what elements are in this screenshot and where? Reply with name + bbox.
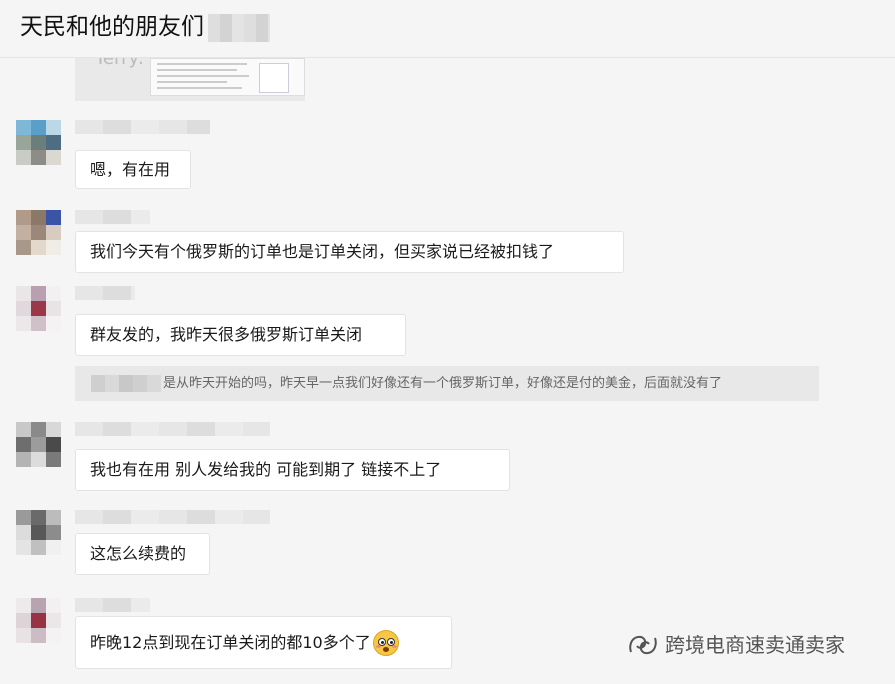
message-text: 嗯，有在用	[90, 159, 171, 179]
screenshot-thumbnail[interactable]	[150, 58, 305, 96]
blurred-sender-name	[75, 286, 135, 300]
thumb-panel	[259, 63, 289, 93]
blurred-quote-sender	[91, 375, 161, 392]
watermark: 跨境电商速卖通卖家	[627, 632, 845, 658]
thumb-line	[157, 69, 237, 71]
message-text: 昨晚12点到现在订单关闭的都10多个了	[90, 632, 371, 652]
blurred-member-count	[208, 14, 270, 42]
message-text: 我们今天有个俄罗斯的订单也是订单关闭，但买家说已经被扣钱了	[90, 242, 555, 261]
wechat-channel-icon	[629, 635, 657, 655]
watermark-text: 跨境电商速卖通卖家	[665, 633, 845, 657]
message-bubble[interactable]: 嗯，有在用	[75, 150, 191, 189]
avatar[interactable]	[16, 210, 61, 255]
avatar[interactable]	[16, 510, 61, 555]
message-bubble[interactable]: 昨晚12点到现在订单关闭的都10多个了	[75, 616, 452, 669]
blurred-sender-name	[75, 120, 210, 134]
thumb-line	[157, 81, 227, 83]
blurred-sender-name	[75, 598, 150, 612]
message-bubble[interactable]: 我也有在用 别人发给我的 可能到期了 链接不上了	[75, 449, 510, 491]
quoted-message[interactable]: 是从昨天开始的吗，昨天早一点我们好像还有一个俄罗斯订单，好像还是付的美金，后面就…	[75, 366, 819, 401]
chat-title: 天民和他的朋友们	[20, 14, 204, 40]
message-text: 我也有在用 别人发给我的 可能到期了 链接不上了	[90, 460, 442, 479]
blurred-sender-name	[75, 510, 270, 524]
thumb-line	[157, 63, 247, 65]
avatar[interactable]	[16, 286, 61, 331]
message-bubble[interactable]: 这怎么续费的	[75, 533, 210, 575]
image-message[interactable]: Terry:	[75, 58, 305, 101]
thumb-line	[157, 87, 242, 89]
thumb-line	[157, 75, 249, 77]
avatar[interactable]	[16, 120, 61, 165]
message-bubble[interactable]: 群友发的，我昨天很多俄罗斯订单关闭	[75, 314, 406, 356]
avatar[interactable]	[16, 598, 61, 643]
message-bubble[interactable]: 我们今天有个俄罗斯的订单也是订单关闭，但买家说已经被扣钱了	[75, 231, 624, 273]
message-text: 这怎么续费的	[90, 544, 187, 563]
message-text: 群友发的，我昨天很多俄罗斯订单关闭	[90, 325, 363, 344]
image-sender-label: Terry:	[95, 58, 144, 69]
flushed-face-icon	[372, 629, 399, 656]
avatar[interactable]	[16, 422, 61, 467]
blurred-sender-name	[75, 422, 270, 436]
blurred-sender-name	[75, 210, 150, 224]
chat-header: 天民和他的朋友们	[0, 0, 895, 58]
quote-text: 是从昨天开始的吗，昨天早一点我们好像还有一个俄罗斯订单，好像还是付的美金，后面就…	[163, 376, 723, 391]
